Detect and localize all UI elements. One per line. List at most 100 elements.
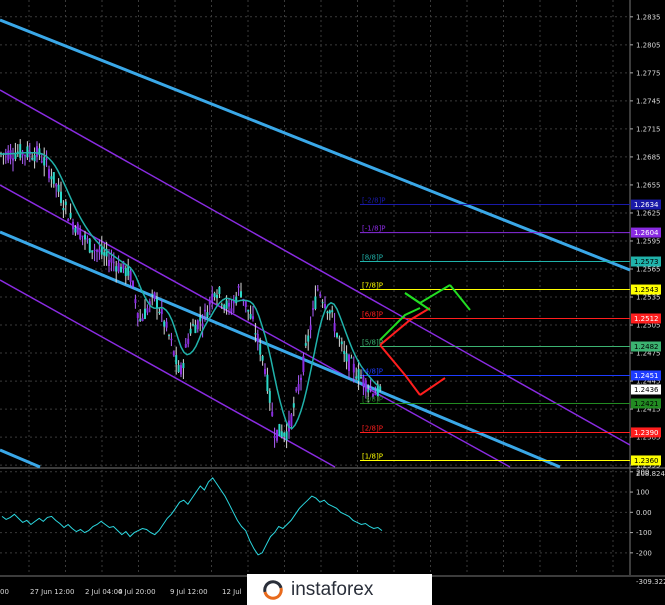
price-tag-label: 1.2390 xyxy=(634,429,659,437)
candle-body xyxy=(93,249,96,251)
candle-body xyxy=(110,258,113,263)
candle-body xyxy=(208,300,211,305)
murrey-level-label: [7/8]P xyxy=(362,282,383,290)
candle-body xyxy=(266,374,269,392)
candle-body xyxy=(292,403,295,408)
candle-body xyxy=(201,323,204,327)
candle-body xyxy=(129,270,132,282)
candle-body xyxy=(141,317,144,321)
candle-body xyxy=(76,223,79,235)
candle-body xyxy=(360,376,362,379)
candle-body xyxy=(268,390,271,403)
price-tag-label: 1.2451 xyxy=(634,372,659,380)
forecast-arrow-down xyxy=(379,344,421,396)
murrey-level-label: [8/8]P xyxy=(362,254,383,262)
candle-body xyxy=(163,321,166,327)
oscillator-tick-label: -100 xyxy=(636,529,652,537)
candle-body xyxy=(117,263,120,272)
price-chart[interactable]: 1.2835 1.2805 1.2775 1.2745 1.2715 1.2685 1.26… xyxy=(0,0,665,605)
candle-body xyxy=(230,308,233,312)
channel-line xyxy=(0,89,631,446)
candle-body xyxy=(81,235,84,237)
candle-body xyxy=(273,435,276,439)
candle-body xyxy=(261,355,264,361)
forecast-arrow-up xyxy=(379,307,431,346)
candle-body xyxy=(220,304,223,306)
candle-body xyxy=(153,292,156,300)
price-tag-label: 1.2604 xyxy=(634,229,659,237)
candle-body xyxy=(379,386,382,391)
candle-body xyxy=(307,335,310,342)
candle-body xyxy=(168,335,170,337)
time-label: 2 Jul 04:00 xyxy=(85,588,123,596)
candle-body xyxy=(235,296,238,304)
candle-body xyxy=(369,387,372,389)
candle-body xyxy=(24,155,26,157)
candle-body xyxy=(175,355,178,365)
oscillator-tick-label: -200 xyxy=(636,549,652,557)
candle-body xyxy=(312,308,314,310)
candle-body xyxy=(31,158,34,160)
candle-body xyxy=(180,365,182,375)
candle-body xyxy=(240,291,242,298)
candle-body xyxy=(355,376,358,379)
oscillator-max-label: 208.8249 xyxy=(636,470,665,478)
candle-body xyxy=(177,365,180,373)
price-tag-label: 1.2421 xyxy=(634,400,659,408)
candle-body xyxy=(134,299,137,304)
candle-body xyxy=(345,353,348,362)
candle-body xyxy=(19,144,22,158)
candle-body xyxy=(139,319,142,321)
candle-body xyxy=(57,184,60,192)
candle-body xyxy=(328,310,331,314)
candle-body xyxy=(280,431,283,438)
candle-body xyxy=(348,354,350,372)
candle-body xyxy=(297,384,300,391)
candle-body xyxy=(321,302,324,304)
time-label: 4 Jul 20:00 xyxy=(118,588,156,596)
candle-body xyxy=(172,351,175,356)
candle-body xyxy=(108,259,110,267)
candle-body xyxy=(326,311,329,314)
price-tick-label: 1.2835 xyxy=(636,13,661,21)
price-tick-label: 1.2775 xyxy=(636,69,661,77)
candle-body xyxy=(144,308,146,319)
candle-body xyxy=(276,429,278,441)
candle-body xyxy=(48,169,50,179)
candle-body xyxy=(86,238,89,240)
price-tick-label: 1.2685 xyxy=(636,153,661,161)
price-tick-label: 1.2535 xyxy=(636,294,661,302)
candle-body xyxy=(40,161,43,163)
candle-body xyxy=(196,320,199,330)
candle-body xyxy=(194,324,197,334)
candle-body xyxy=(120,266,122,273)
candle-body xyxy=(206,312,209,318)
candle-body xyxy=(67,218,70,222)
candle-body xyxy=(33,155,36,162)
candle-body xyxy=(350,357,353,359)
candle-body xyxy=(254,333,257,335)
candle-body xyxy=(290,414,293,427)
candle-body xyxy=(45,158,48,160)
candle-body xyxy=(204,309,206,312)
candle-body xyxy=(14,153,17,160)
oscillator-line xyxy=(1,477,383,556)
candle-body xyxy=(367,389,370,393)
candle-body xyxy=(252,316,254,320)
murrey-level-label: [6/8]P xyxy=(362,310,383,318)
candle-body xyxy=(60,191,62,203)
candle-body xyxy=(187,338,190,344)
candle-body xyxy=(74,227,77,233)
candle-body xyxy=(36,146,38,157)
price-tick-label: 1.2595 xyxy=(636,237,661,245)
candle-body xyxy=(225,300,228,309)
candle-body xyxy=(112,262,115,264)
candle-body xyxy=(189,328,192,334)
candle-body xyxy=(218,287,221,295)
price-tick-label: 1.2805 xyxy=(636,41,661,49)
candle-body xyxy=(160,309,163,315)
candle-body xyxy=(146,308,149,313)
candle-body xyxy=(132,281,134,287)
candle-body xyxy=(136,312,139,319)
trend-line xyxy=(0,448,41,469)
